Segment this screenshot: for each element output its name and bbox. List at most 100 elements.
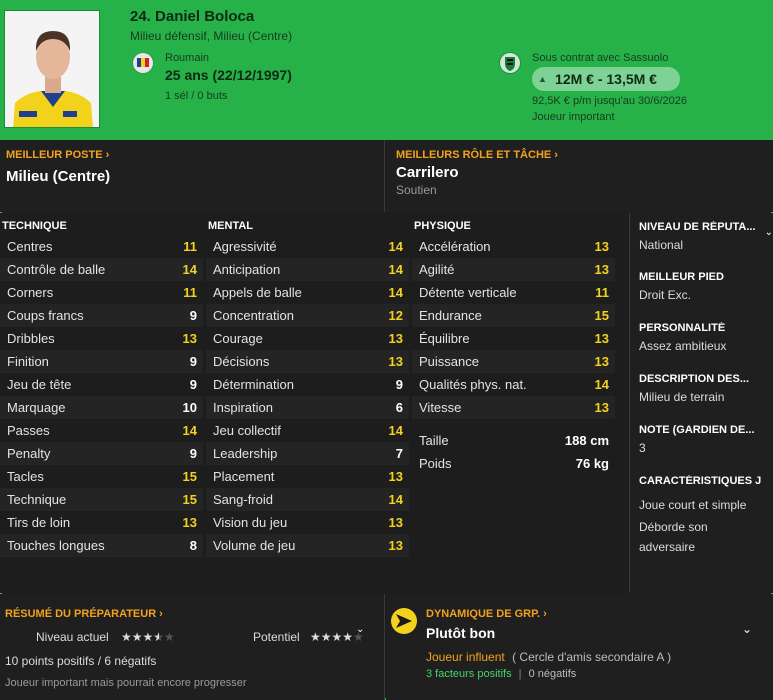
attribute-row[interactable]: Penalty 9 bbox=[0, 442, 203, 465]
attribute-row[interactable]: Qualités phys. nat. 14 bbox=[412, 373, 615, 396]
preferred-foot-block: MEILLEUR PIED Droit Exc. bbox=[639, 271, 769, 305]
attribute-value: 13 bbox=[594, 331, 609, 346]
attribute-row[interactable]: Leadership 7 bbox=[206, 442, 409, 465]
player-photo bbox=[4, 10, 100, 128]
team-dynamics-panel[interactable]: DYNAMIQUE DE GRP. › Plutôt bon ⌄ Joueur i… bbox=[386, 594, 773, 700]
attribute-row[interactable]: Anticipation 14 bbox=[206, 258, 409, 281]
chevron-down-icon[interactable]: ⌄ bbox=[742, 622, 752, 636]
club-badge-icon[interactable] bbox=[499, 52, 521, 74]
attribute-value: 11 bbox=[183, 239, 197, 254]
best-role-title[interactable]: MEILLEURS RÔLE ET TÂCHE › bbox=[396, 149, 558, 161]
attribute-row[interactable]: Contrôle de balle 14 bbox=[0, 258, 203, 281]
attribute-row[interactable]: Dribbles 13 bbox=[0, 327, 203, 350]
attribute-row[interactable]: Vitesse 13 bbox=[412, 396, 615, 419]
attribute-row[interactable]: Coups francs 9 bbox=[0, 304, 203, 327]
reputation-title: NIVEAU DE RÉPUTA... bbox=[639, 221, 756, 233]
attribute-row[interactable]: Centres 11 bbox=[0, 235, 203, 258]
media-description-value: Milieu de terrain bbox=[639, 390, 725, 404]
attribute-row[interactable]: Équilibre 13 bbox=[412, 327, 615, 350]
attribute-label: Vision du jeu bbox=[213, 515, 288, 530]
attribute-row[interactable]: Placement 13 bbox=[206, 465, 409, 488]
gk-rating-value: 3 bbox=[639, 441, 646, 455]
attribute-row[interactable]: Appels de balle 14 bbox=[206, 281, 409, 304]
attribute-value: 9 bbox=[189, 446, 197, 461]
squad-status: Joueur important bbox=[532, 111, 615, 123]
attributes-panel: TECHNIQUE Centres 11 Contrôle de balle 14 Co… bbox=[0, 213, 628, 593]
attribute-row[interactable]: Accélération 13 bbox=[412, 235, 615, 258]
coach-report-title[interactable]: RÉSUMÉ DU PRÉPARATEUR › bbox=[5, 608, 163, 620]
coach-report-panel[interactable]: RÉSUMÉ DU PRÉPARATEUR › Niveau actuel ★★★… bbox=[0, 594, 385, 700]
best-position-panel[interactable]: MEILLEUR POSTE › Milieu (Centre) bbox=[0, 140, 385, 212]
chevron-down-icon[interactable]: ⌄ bbox=[356, 624, 364, 635]
attribute-row[interactable]: Vision du jeu 13 bbox=[206, 511, 409, 534]
chevron-down-icon[interactable]: ⌄ bbox=[765, 227, 773, 238]
weight-value: 76 kg bbox=[575, 456, 609, 471]
attribute-row[interactable]: Tirs de loin 13 bbox=[0, 511, 203, 534]
influence-line: Joueur influent ( Cercle d'amis secondai… bbox=[426, 650, 671, 664]
attribute-label: Passes bbox=[7, 423, 50, 438]
influence-status: Joueur influent bbox=[426, 650, 505, 664]
attribute-row[interactable]: Endurance 15 bbox=[412, 304, 615, 327]
attribute-row[interactable]: Technique 15 bbox=[0, 488, 203, 511]
nationality-flag-icon[interactable] bbox=[132, 52, 154, 74]
positive-factors: 3 facteurs positifs bbox=[426, 668, 512, 680]
attribute-label: Coups francs bbox=[7, 308, 84, 323]
attribute-label: Puissance bbox=[419, 354, 479, 369]
attribute-row[interactable]: Tacles 15 bbox=[0, 465, 203, 488]
player-header: 24. Daniel Boloca Milieu défensif, Milie… bbox=[0, 0, 773, 140]
attribute-row[interactable]: Décisions 13 bbox=[206, 350, 409, 373]
attribute-value: 14 bbox=[388, 285, 403, 300]
best-position-title[interactable]: MEILLEUR POSTE › bbox=[6, 149, 109, 161]
attribute-row[interactable]: Courage 13 bbox=[206, 327, 409, 350]
attribute-row[interactable]: Jeu collectif 14 bbox=[206, 419, 409, 442]
attribute-row[interactable]: Agressivité 14 bbox=[206, 235, 409, 258]
attribute-label: Agressivité bbox=[213, 239, 277, 254]
attribute-value: 8 bbox=[189, 538, 197, 553]
attribute-row[interactable]: Touches longues 8 bbox=[0, 534, 203, 557]
attribute-label: Détente verticale bbox=[419, 285, 517, 300]
gk-rating-block: NOTE (GARDIEN DE... 3 bbox=[639, 424, 769, 458]
attribute-row[interactable]: Détermination 9 bbox=[206, 373, 409, 396]
player-name: 24. Daniel Boloca bbox=[130, 8, 255, 25]
best-position-value: Milieu (Centre) bbox=[6, 168, 111, 185]
attribute-row[interactable]: Puissance 13 bbox=[412, 350, 615, 373]
attribute-row[interactable]: Sang-froid 14 bbox=[206, 488, 409, 511]
best-role-duty: Soutien bbox=[396, 183, 437, 197]
trait-item: Déborde son adversaire bbox=[639, 520, 708, 554]
player-traits-block: CARACTÉRISTIQUES J Joue court et simple … bbox=[639, 475, 769, 557]
attribute-label: Marquage bbox=[7, 400, 66, 415]
media-description-block: DESCRIPTION DES... Milieu de terrain bbox=[639, 373, 769, 407]
attribute-row[interactable]: Volume de jeu 13 bbox=[206, 534, 409, 557]
attribute-row[interactable]: Agilité 13 bbox=[412, 258, 615, 281]
attribute-label: Décisions bbox=[213, 354, 270, 369]
attribute-label: Leadership bbox=[213, 446, 278, 461]
attribute-label: Inspiration bbox=[213, 400, 273, 415]
attribute-row[interactable]: Concentration 12 bbox=[206, 304, 409, 327]
attribute-row[interactable]: Détente verticale 11 bbox=[412, 281, 615, 304]
attribute-value: 9 bbox=[395, 377, 403, 392]
attribute-value: 13 bbox=[182, 515, 197, 530]
attribute-label: Contrôle de balle bbox=[7, 262, 106, 277]
chevron-right-icon: › bbox=[554, 149, 558, 161]
attribute-value: 9 bbox=[189, 308, 197, 323]
best-role-panel[interactable]: MEILLEURS RÔLE ET TÂCHE › Carrilero Souti… bbox=[386, 140, 773, 212]
potential-ability-label: Potentiel bbox=[253, 630, 300, 644]
reputation-block[interactable]: NIVEAU DE RÉPUTA... ⌄ National bbox=[639, 221, 773, 255]
attribute-row[interactable]: Passes 14 bbox=[0, 419, 203, 442]
transfer-value-badge[interactable]: ▲ 12M € - 13,5M € bbox=[532, 67, 680, 91]
attribute-value: 13 bbox=[388, 331, 403, 346]
weight-label: Poids bbox=[419, 456, 452, 471]
current-ability-label: Niveau actuel bbox=[36, 630, 109, 644]
attribute-row[interactable]: Marquage 10 bbox=[0, 396, 203, 419]
attribute-row[interactable]: Corners 11 bbox=[0, 281, 203, 304]
chevron-right-icon: › bbox=[159, 608, 163, 620]
team-dynamics-title[interactable]: DYNAMIQUE DE GRP. › bbox=[426, 608, 547, 620]
play-arrow-icon bbox=[391, 608, 417, 634]
attribute-value: 14 bbox=[182, 262, 197, 277]
attribute-row[interactable]: Inspiration 6 bbox=[206, 396, 409, 419]
attribute-row[interactable]: Finition 9 bbox=[0, 350, 203, 373]
attribute-row[interactable]: Jeu de tête 9 bbox=[0, 373, 203, 396]
attribute-value: 15 bbox=[182, 469, 197, 484]
coach-note: Joueur important mais pourrait encore pr… bbox=[5, 677, 247, 689]
attribute-label: Qualités phys. nat. bbox=[419, 377, 527, 392]
